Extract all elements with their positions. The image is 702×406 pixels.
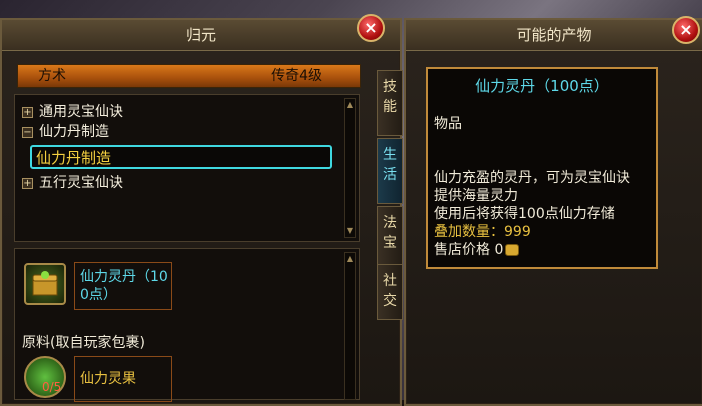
product-slot[interactable] [24, 263, 66, 305]
coin-icon [505, 244, 520, 256]
item-desc-1: 仙力充盈的灵丹，可为灵宝仙诀 [434, 170, 630, 186]
material-name: 仙力灵果 [80, 371, 136, 387]
detail-scrollbar[interactable]: ▲ [344, 252, 356, 400]
tree-item-label: 通用灵宝仙诀 [39, 104, 123, 120]
price-label: 售店价格 [434, 242, 490, 258]
recipe-scrollbar[interactable]: ▲ ▼ [344, 98, 356, 238]
tab-life[interactable]: 生活 [377, 138, 403, 204]
tab-treasure[interactable]: 法宝 [377, 206, 403, 272]
materials-label: 原料(取自玩家包裹) [22, 335, 145, 351]
scroll-up-icon[interactable]: ▲ [346, 255, 354, 263]
scroll-up-icon[interactable]: ▲ [346, 101, 354, 109]
close-product-icon[interactable]: × [672, 16, 700, 44]
treasure-chest-icon [32, 271, 58, 296]
product-name-frame [74, 262, 172, 310]
tab-skills-label: 技能 [383, 79, 397, 115]
price-value: 0 [494, 242, 504, 258]
tab-life-label: 生活 [383, 147, 397, 183]
tree-item-five-elements[interactable]: + 五行灵宝仙诀 [22, 173, 123, 193]
tree-item-label: 仙力丹制造 [39, 124, 109, 140]
item-title: 仙力灵丹（100点） [475, 77, 609, 95]
material-count: 0/5 [42, 380, 62, 394]
tab-skills[interactable]: 技能 [377, 70, 403, 136]
item-price: 售店价格 0 [434, 241, 520, 259]
crafting-panel-title: 归元 [2, 20, 400, 51]
item-desc-3: 使用后将获得100点仙力存储 [434, 206, 615, 222]
tab-treasure-label: 法宝 [383, 215, 397, 251]
item-tooltip: 仙力灵丹（100点） 物品 仙力充盈的灵丹，可为灵宝仙诀 提供海量灵力 使用后将… [426, 67, 658, 269]
close-crafting-icon[interactable]: × [357, 14, 385, 42]
stack-value: 999 [504, 224, 531, 240]
product-panel-title: 可能的产物 [406, 20, 702, 51]
tree-item-general[interactable]: + 通用灵宝仙诀 [22, 102, 123, 122]
skill-level: 传奇4级 [271, 68, 322, 84]
expand-icon[interactable]: + [22, 106, 33, 118]
tab-social-label: 社交 [383, 273, 397, 309]
item-stack: 叠加数量：999 [434, 223, 531, 241]
skill-name: 方术 [38, 68, 66, 84]
stack-label: 叠加数量： [434, 224, 504, 240]
material-slot[interactable]: 0/5 [24, 356, 66, 398]
item-desc-2: 提供海量灵力 [434, 188, 518, 204]
tree-item-label: 五行灵宝仙诀 [39, 175, 123, 191]
skill-header: 方术 传奇4级 [17, 64, 361, 88]
tab-social[interactable]: 社交 [377, 264, 403, 320]
tree-item-pill-making[interactable]: − 仙力丹制造 [22, 122, 109, 142]
collapse-icon[interactable]: − [22, 126, 33, 138]
recipe-selected[interactable]: 仙力丹制造 [30, 145, 332, 169]
scroll-down-icon[interactable]: ▼ [346, 227, 354, 235]
expand-icon[interactable]: + [22, 177, 33, 189]
item-category: 物品 [434, 116, 462, 132]
